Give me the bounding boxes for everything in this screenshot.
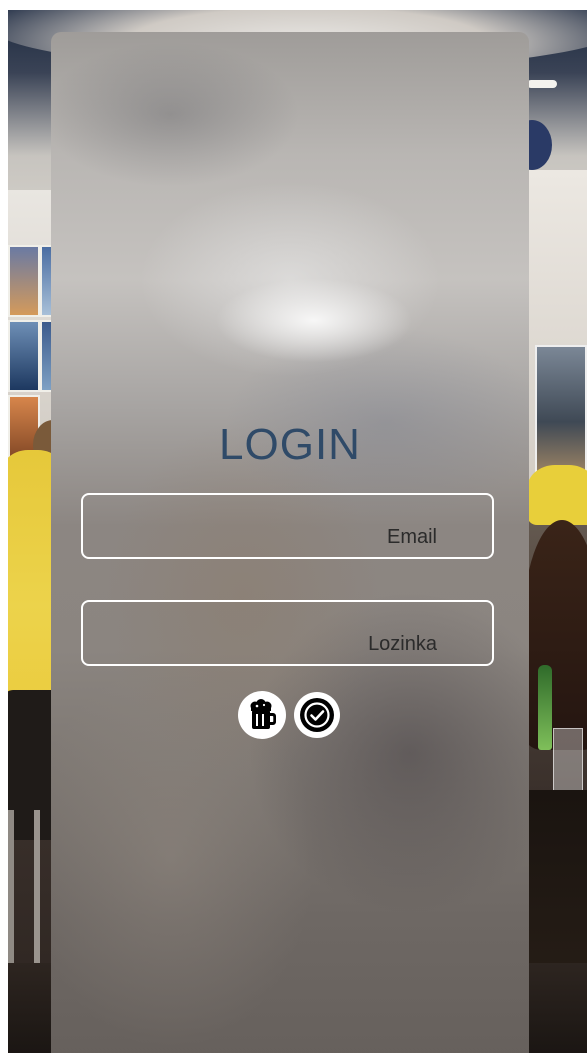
check-circle-icon	[300, 698, 334, 732]
bg-lamp	[527, 80, 557, 88]
bg-poster	[8, 320, 40, 392]
password-input[interactable]	[83, 602, 492, 664]
bg-person-hair	[522, 520, 587, 750]
app-viewport: LOGIN Email Lozinka	[8, 10, 587, 1053]
password-field[interactable]: Lozinka	[81, 600, 494, 666]
bg-poster	[8, 245, 40, 317]
email-field[interactable]: Email	[81, 493, 494, 559]
bg-bottle	[538, 665, 552, 750]
beer-button[interactable]	[238, 691, 286, 739]
confirm-button[interactable]	[294, 692, 340, 738]
login-title: LOGIN	[219, 420, 361, 469]
bg-person-right	[527, 465, 587, 525]
email-input[interactable]	[83, 495, 492, 557]
beer-mug-icon	[250, 699, 276, 729]
login-actions	[51, 691, 529, 739]
login-panel: LOGIN Email Lozinka	[51, 32, 529, 1053]
